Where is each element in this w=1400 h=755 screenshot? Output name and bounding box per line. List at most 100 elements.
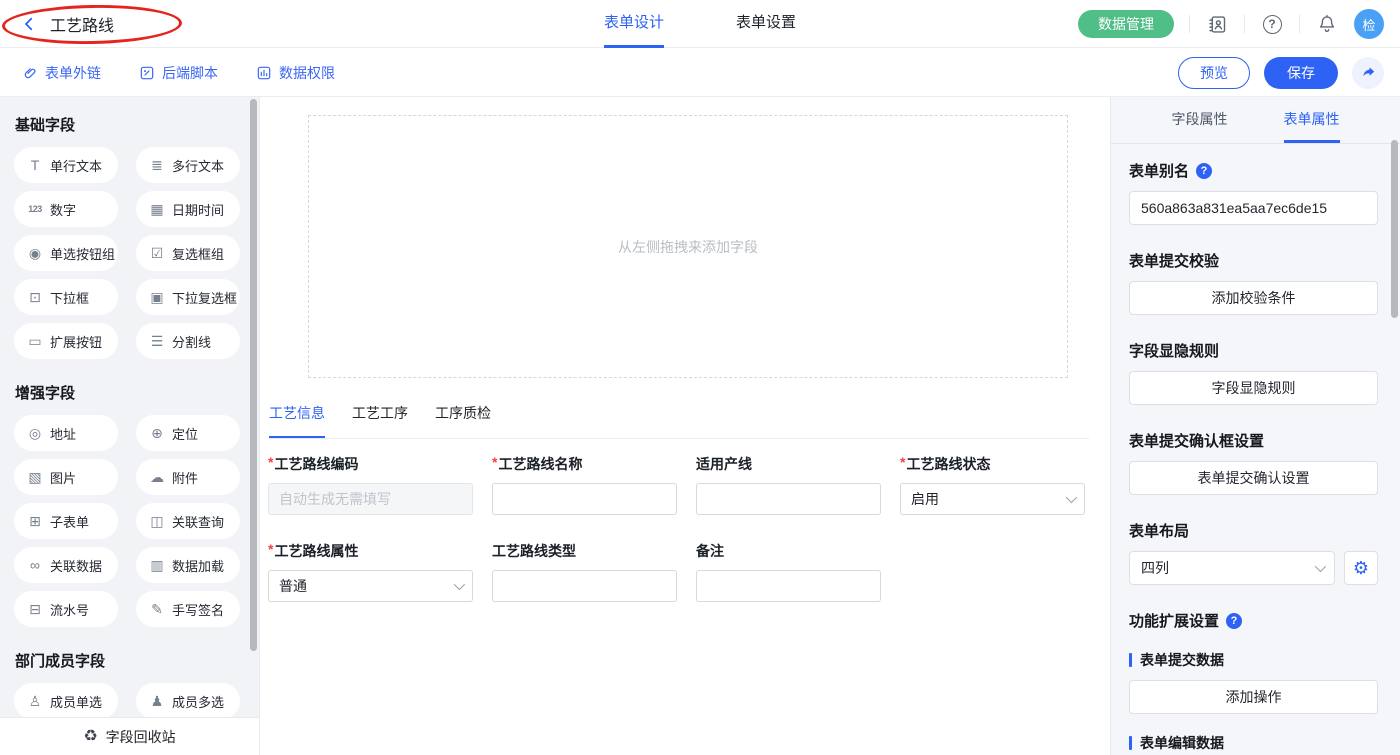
form-fields: * 工艺路线编码 自动生成无需填写 * 工艺路线名称 适用产线 (268, 454, 1085, 602)
form-alias-input[interactable] (1129, 191, 1378, 225)
route-attribute-select[interactable]: 普通 (268, 570, 473, 602)
sidebar-scrollbar[interactable] (250, 99, 257, 651)
number-icon: 123 (27, 205, 43, 214)
page-title: 工艺路线 (50, 12, 114, 36)
sidebar-field-address[interactable]: ◎ 地址 (14, 415, 118, 451)
route-type-field: 工艺路线类型 (492, 541, 677, 602)
divider (1244, 15, 1245, 33)
edit-data-subhead: 表单编辑数据 (1129, 733, 1378, 753)
panel-body: 表单别名 ? 表单提交校验 添加校验条件 字段显隐规则 字段显隐规则 表单提交确… (1111, 160, 1400, 755)
data-manage-button[interactable]: 数据管理 (1078, 10, 1174, 38)
section-title-enhanced-fields: 增强字段 (15, 382, 259, 403)
sidebar-field-datetime[interactable]: ▦ 日期时间 (136, 191, 240, 227)
dropzone[interactable]: 从左侧拖拽来添加字段 (308, 115, 1068, 378)
sidebar-field-location[interactable]: ⊕ 定位 (136, 415, 240, 451)
sidebar-field-number[interactable]: 123 数字 (14, 191, 118, 227)
sidebar-field-related-query[interactable]: ◫ 关联查询 (136, 503, 240, 539)
route-code-input[interactable]: 自动生成无需填写 (268, 483, 473, 515)
sidebar-field-divider-line[interactable]: ☰ 分割线 (136, 323, 240, 359)
sidebar-field-dropdown[interactable]: ⊡ 下拉框 (14, 279, 118, 315)
chevron-down-icon (454, 579, 465, 590)
help-icon[interactable]: ? (1196, 163, 1212, 179)
member-single-icon: ♙ (27, 694, 43, 708)
dropdown-multi-icon: ▣ (149, 290, 165, 304)
signature-icon: ✎ (149, 602, 165, 616)
back-button[interactable] (20, 15, 38, 33)
product-line-input[interactable] (696, 483, 881, 515)
help-icon[interactable]: ? (1260, 12, 1284, 36)
avatar[interactable]: 检 (1354, 9, 1384, 39)
serial-number-icon: ⊟ (27, 602, 43, 616)
sidebar-field-member-single[interactable]: ♙ 成员单选 (14, 683, 118, 719)
radio-group-icon: ◉ (27, 246, 43, 260)
address-book-icon[interactable] (1205, 12, 1229, 36)
sidebar-field-image[interactable]: ▧ 图片 (14, 459, 118, 495)
link-icon (22, 65, 38, 81)
gear-icon: ⚙ (1353, 559, 1369, 577)
tab-form-properties[interactable]: 表单属性 (1284, 97, 1340, 143)
form-layout-select[interactable]: 四列 (1129, 551, 1335, 585)
preview-button[interactable]: 预览 (1178, 57, 1250, 89)
dropdown-icon: ⊡ (27, 290, 43, 304)
help-icon[interactable]: ? (1226, 613, 1242, 629)
tab-process-quality-check[interactable]: 工序质检 (435, 403, 491, 438)
divider (1299, 15, 1300, 33)
route-attribute-field: * 工艺路线属性 普通 (268, 541, 473, 602)
route-status-field: * 工艺路线状态 启用 (900, 454, 1085, 515)
tab-form-design[interactable]: 表单设计 (604, 0, 664, 48)
form-canvas: 从左侧拖拽来添加字段 工艺信息 工艺工序 工序质检 * 工艺路线编码 自动生成无… (260, 97, 1110, 755)
tab-field-properties[interactable]: 字段属性 (1172, 97, 1228, 143)
field-visibility-button[interactable]: 字段显隐规则 (1129, 371, 1378, 405)
share-button[interactable] (1352, 57, 1384, 89)
sidebar-field-single-line-text[interactable]: T 单行文本 (14, 147, 118, 183)
submit-confirm-button[interactable]: 表单提交确认设置 (1129, 461, 1378, 495)
sidebar-field-data-load[interactable]: ▥ 数据加载 (136, 547, 240, 583)
backend-script-link[interactable]: 后端脚本 (139, 63, 218, 83)
location-icon: ⊕ (149, 426, 165, 440)
sidebar-field-radio-group[interactable]: ◉ 单选按钮组 (14, 235, 118, 271)
tab-form-settings[interactable]: 表单设置 (736, 0, 796, 48)
chevron-down-icon (1066, 492, 1077, 503)
sidebar-field-multi-line-text[interactable]: ≣ 多行文本 (136, 147, 240, 183)
save-button[interactable]: 保存 (1264, 57, 1338, 89)
subform-icon: ⊞ (27, 514, 43, 528)
accent-bar (1129, 653, 1132, 667)
form-external-link[interactable]: 表单外链 (22, 63, 101, 83)
sidebar-field-serial-number[interactable]: ⊟ 流水号 (14, 591, 118, 627)
remark-input[interactable] (696, 570, 881, 602)
attachment-icon: ☁ (149, 470, 165, 484)
sidebar-field-checkbox-group[interactable]: ☑ 复选框组 (136, 235, 240, 271)
submit-confirm-label: 表单提交确认框设置 (1129, 430, 1378, 451)
route-name-input[interactable] (492, 483, 677, 515)
data-permission-link[interactable]: 数据权限 (256, 63, 335, 83)
required-mark: * (268, 454, 273, 470)
remark-field: 备注 (696, 541, 881, 602)
data-permission-icon (256, 65, 272, 81)
sidebar-field-subform[interactable]: ⊞ 子表单 (14, 503, 118, 539)
field-recycle-bin[interactable]: ♻ 字段回收站 (0, 717, 259, 755)
submit-data-subhead: 表单提交数据 (1129, 650, 1378, 670)
tab-craft-process[interactable]: 工艺工序 (352, 403, 408, 438)
sidebar-field-member-multi[interactable]: ♟ 成员多选 (136, 683, 240, 719)
route-status-select[interactable]: 启用 (900, 483, 1085, 515)
tab-craft-info[interactable]: 工艺信息 (269, 403, 325, 438)
extension-settings-label: 功能扩展设置 ? (1129, 610, 1378, 631)
app-root: 工艺路线 表单设计 表单设置 数据管理 ? (0, 0, 1400, 755)
add-validation-button[interactable]: 添加校验条件 (1129, 281, 1378, 315)
sidebar-field-extend-button[interactable]: ▭ 扩展按钮 (14, 323, 118, 359)
sidebar-field-related-data[interactable]: ∞ 关联数据 (14, 547, 118, 583)
properties-panel: 字段属性 表单属性 表单别名 ? 表单提交校验 添加校验条件 字段显隐规则 字段… (1110, 97, 1400, 755)
sidebar-field-attachment[interactable]: ☁ 附件 (136, 459, 240, 495)
panel-scrollbar[interactable] (1391, 140, 1398, 318)
sidebar-field-signature[interactable]: ✎ 手写签名 (136, 591, 240, 627)
bell-icon[interactable] (1315, 12, 1339, 36)
field-sidebar: 基础字段 T 单行文本 ≣ 多行文本 123 数字 ▦ 日期时间 ◉ 单选按钮组 (0, 97, 260, 755)
layout-settings-button[interactable]: ⚙ (1344, 551, 1378, 585)
data-load-icon: ▥ (149, 558, 165, 572)
submit-data-add-action-button[interactable]: 添加操作 (1129, 680, 1378, 714)
share-arrow-icon (1360, 64, 1377, 81)
related-query-icon: ◫ (149, 514, 165, 528)
route-type-input[interactable] (492, 570, 677, 602)
sidebar-field-dropdown-multi[interactable]: ▣ 下拉复选框 (136, 279, 240, 315)
route-code-field: * 工艺路线编码 自动生成无需填写 (268, 454, 473, 515)
